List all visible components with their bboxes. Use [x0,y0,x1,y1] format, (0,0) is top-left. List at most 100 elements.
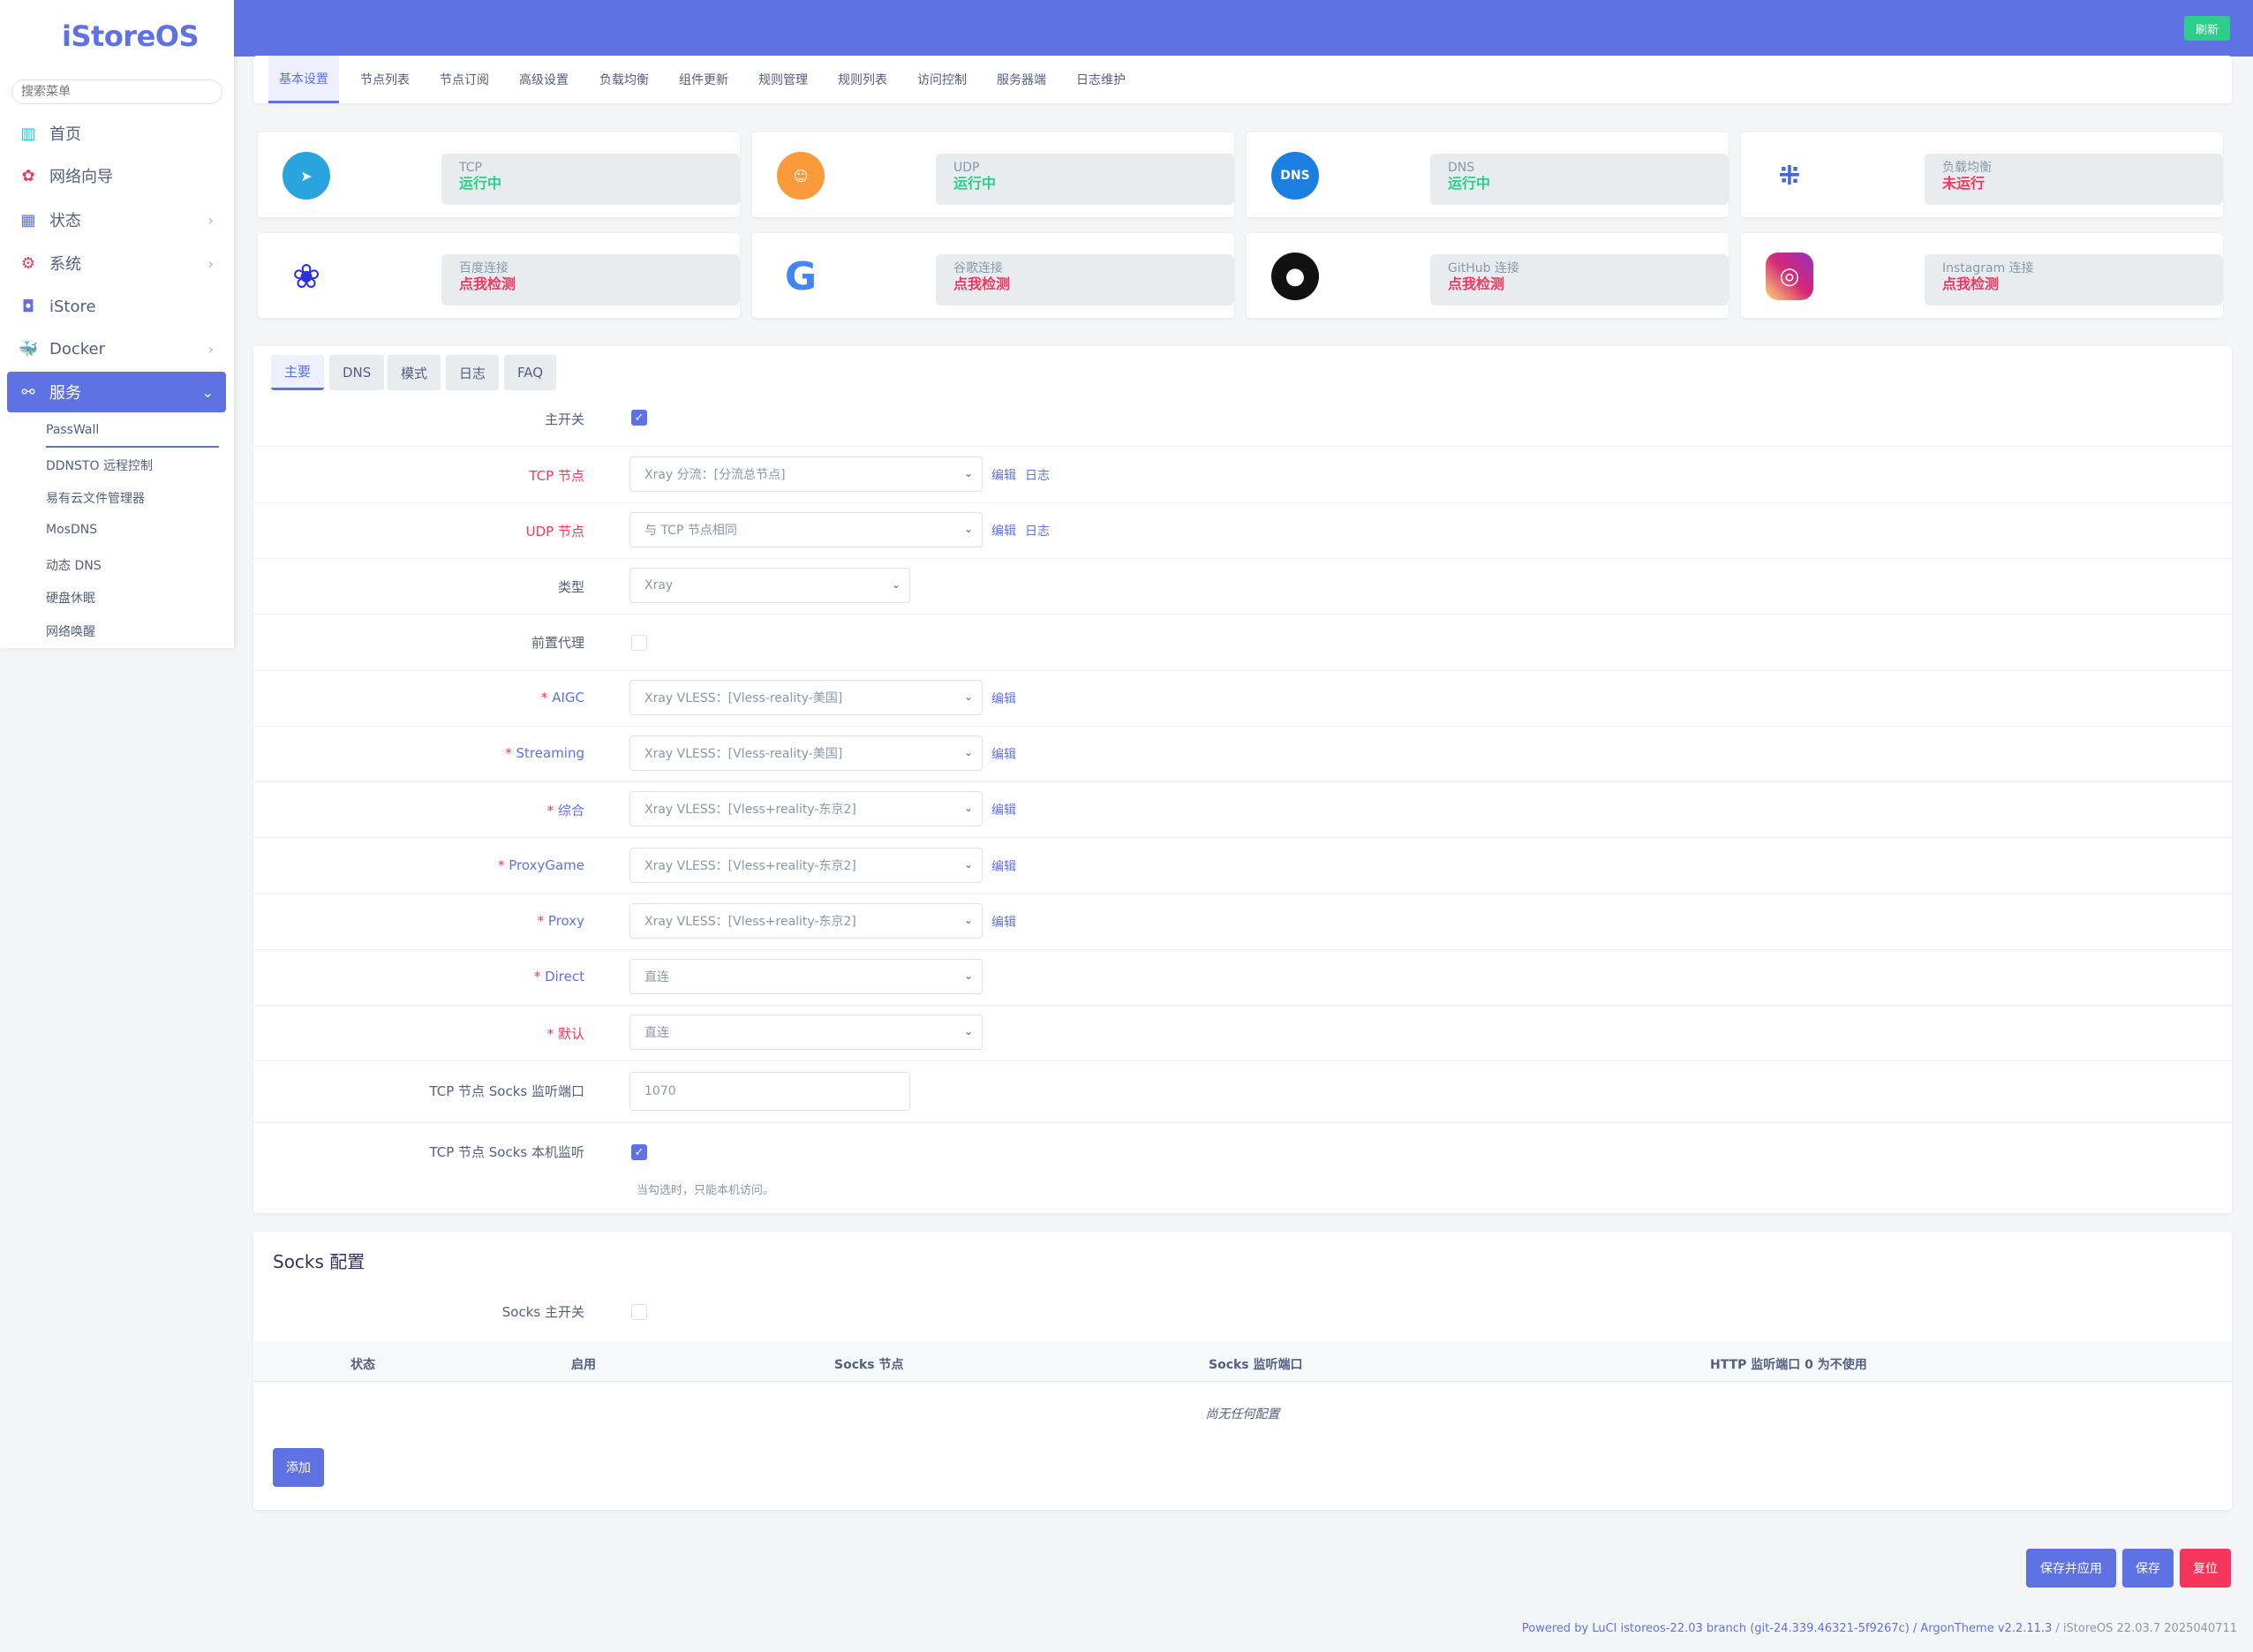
main-switch-checkbox[interactable]: ✓ [631,410,647,426]
status-label: 负载均衡 [1942,161,1992,175]
socks-port-input[interactable]: 1070 [629,1072,910,1111]
status-tile-google[interactable]: G 谷歌连接 点我检测 [752,233,1234,318]
tab-rules[interactable]: 规则管理 [748,56,818,103]
sidebar-item-label: 网络向导 [49,168,113,186]
subtab-log[interactable]: 日志 [446,355,500,390]
subtab-main[interactable]: 主要 [271,355,325,390]
sub-item-ddns[interactable]: 动态 DNS [46,556,102,574]
column-header: Socks 监听端口 [1209,1358,1303,1372]
sidebar-item-wizard[interactable]: ✿ 网络向导 [7,157,226,194]
status-tile-baidu[interactable]: ❀ 百度连接 点我检测 [258,233,740,318]
logo[interactable]: iStoreOS [62,19,200,53]
tab-acl[interactable]: 访问控制 [907,56,977,103]
select-value: 与 TCP 节点相同 [644,524,737,538]
tab-rule-list[interactable]: 规则列表 [827,56,898,103]
select-value: 直连 [644,1026,669,1040]
tcp-edit-link[interactable]: 编辑 [991,466,1016,484]
chevron-right-icon: › [207,254,214,272]
tab-advanced[interactable]: 高级设置 [509,56,579,103]
status-value: 运行中 [953,175,997,192]
sidebar-item-label: 首页 [49,125,81,144]
socks-switch-label: Socks 主开关 [501,1304,584,1320]
column-header: 状态 [350,1358,375,1372]
sidebar-item-status[interactable]: ▦ 状态 › [7,201,226,238]
add-button[interactable]: 添加 [273,1448,324,1487]
sidebar-item-system[interactable]: ⚙ 系统 › [7,245,226,282]
status-tile-udp: ☺ UDP 运行中 [752,132,1234,217]
streaming-edit-link[interactable]: 编辑 [991,745,1016,763]
socks-local-label: TCP 节点 Socks 本机监听 [429,1144,584,1160]
sidebar-item-services[interactable]: ⚯ 服务 ⌄ [7,372,226,412]
chevron-down-icon: ⌄ [963,746,973,758]
row-divider [253,949,2232,950]
sub-item-wol[interactable]: 网络唤醒 [46,622,95,640]
status-label: UDP [953,161,980,175]
refresh-button[interactable]: 刷新 [2184,16,2230,41]
reset-button[interactable]: 复位 [2180,1549,2231,1588]
subtab-mode[interactable]: 模式 [388,355,441,390]
tcp-log-link[interactable]: 日志 [1025,466,1050,484]
sub-item-mosdns[interactable]: MosDNS [46,523,97,537]
save-button[interactable]: 保存 [2122,1549,2174,1588]
subtab-dns[interactable]: DNS [329,355,385,390]
udp-edit-link[interactable]: 编辑 [991,522,1016,539]
status-tile-github[interactable]: ● GitHub 连接 点我检测 [1247,233,1729,318]
status-label: DNS [1448,161,1475,175]
tab-subscribe[interactable]: 节点订阅 [429,56,500,103]
status-tile-balancing: ⁜ 负载均衡 未运行 [1741,132,2223,217]
tab-basic[interactable]: 基本设置 [268,56,339,103]
sidebar-item-docker[interactable]: 🐳 Docker › [7,330,226,367]
tab-update[interactable]: 组件更新 [668,56,739,103]
socks-local-checkbox[interactable]: ✓ [631,1144,647,1160]
tcp-node-select[interactable]: Xray 分流：[分流总节点] ⌄ [629,456,983,492]
general-edit-link[interactable]: 编辑 [991,801,1016,818]
sidebar-item-istore[interactable]: ◘ iStore [7,288,226,325]
aigc-edit-link[interactable]: 编辑 [991,690,1016,707]
powered-by-link[interactable]: Powered by LuCI istoreos-22.03 branch (g… [1522,1622,2052,1635]
status-tile-instagram[interactable]: ◎ Instagram 连接 点我检测 [1741,233,2223,318]
label-text: 综合 [557,803,584,818]
type-select[interactable]: Xray ⌄ [629,568,910,603]
sidebar-item-label: 服务 [49,384,81,403]
direct-select[interactable]: 直连 ⌄ [629,959,983,994]
subtab-faq[interactable]: FAQ [504,355,557,390]
proxy-select[interactable]: Xray VLESS：[Vless+reality-东京2] ⌄ [629,903,983,939]
dashboard-icon: ▥ [20,124,36,143]
sub-item-linkease[interactable]: 易有云文件管理器 [46,489,145,507]
check-link[interactable]: 点我检测 [953,275,1217,293]
proxygame-edit-link[interactable]: 编辑 [991,857,1016,875]
pre-proxy-checkbox[interactable] [631,635,647,651]
proxy-edit-link[interactable]: 编辑 [991,913,1016,931]
save-apply-button[interactable]: 保存并应用 [2026,1549,2116,1588]
row-divider [253,837,2232,838]
tab-logs[interactable]: 日志维护 [1066,56,1136,103]
check-link[interactable]: 点我检测 [459,275,722,293]
sub-item-ddnsto[interactable]: DDNSTO 远程控制 [46,456,153,474]
top-bar: 刷新 [234,0,2253,57]
streaming-select[interactable]: Xray VLESS：[Vless-reality-美国] ⌄ [629,735,983,771]
udp-node-select[interactable]: 与 TCP 节点相同 ⌄ [629,512,983,547]
sidebar-item-label: 系统 [49,255,81,274]
chevron-down-icon: ⌄ [963,914,973,926]
menu-search-input[interactable] [11,79,222,104]
tab-balancing[interactable]: 负载均衡 [589,56,659,103]
chevron-down-icon: ⌄ [963,1025,973,1037]
chevron-down-icon: ⌄ [963,802,973,814]
status-value: 运行中 [459,175,502,192]
dns-icon: DNS [1271,152,1319,200]
tab-server[interactable]: 服务器端 [986,56,1057,103]
sub-item-passwall[interactable]: PassWall [46,423,99,437]
general-select[interactable]: Xray VLESS：[Vless+reality-东京2] ⌄ [629,791,983,826]
check-link[interactable]: 点我检测 [1448,275,1711,293]
tab-node-list[interactable]: 节点列表 [350,56,420,103]
sidebar-item-home[interactable]: ▥ 首页 [7,115,226,152]
socks-switch-checkbox[interactable] [631,1304,647,1320]
streaming-label: * Streaming [505,745,584,761]
chevron-down-icon: ⌄ [891,578,900,591]
aigc-select[interactable]: Xray VLESS：[Vless-reality-美国] ⌄ [629,680,983,715]
sub-item-hd-idle[interactable]: 硬盘休眠 [46,589,95,607]
check-link[interactable]: 点我检测 [1942,275,2205,293]
udp-log-link[interactable]: 日志 [1025,522,1050,539]
proxygame-select[interactable]: Xray VLESS：[Vless+reality-东京2] ⌄ [629,848,983,883]
default-select[interactable]: 直连 ⌄ [629,1015,983,1050]
